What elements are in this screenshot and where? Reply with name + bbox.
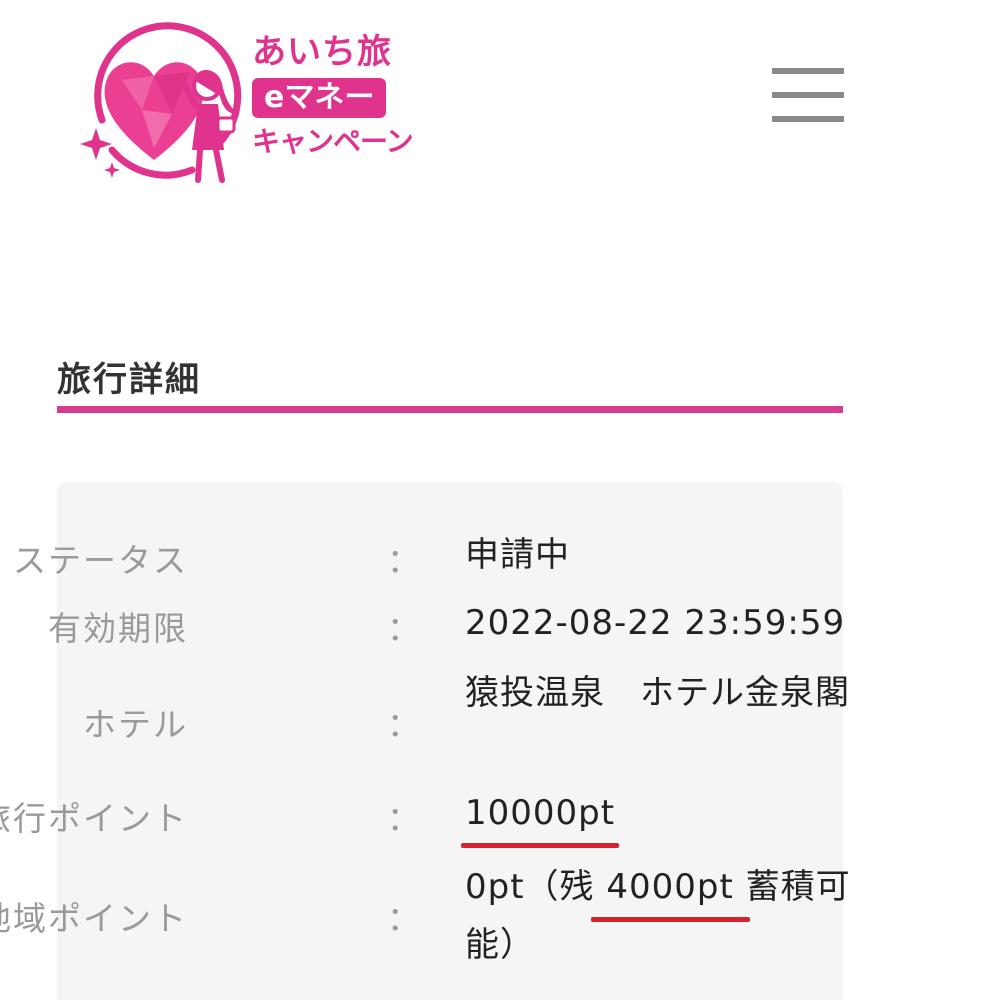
logo-wordmark: あいち旅 eマネー キャンペーン (252, 32, 422, 160)
hamburger-menu-bar (772, 92, 844, 98)
travel-detail-card: ステータス ： 申請中 有効期限 ： 2022-08-22 23:59:59 ホ… (0, 482, 850, 1000)
page: あいち旅 eマネー キャンペーン 旅行詳細 ステータス ： 申請中 有効期限 ：… (0, 0, 1000, 1000)
travel-points-value: 10000pt (461, 784, 620, 848)
hotel-value: 猿投温泉 ホテル金泉閣 (465, 673, 850, 713)
regional-points-remaining: 4000pt (590, 858, 750, 922)
logo-campaign-text: キャンペーン (252, 125, 414, 158)
regional-points-remaining-text: 4000pt (594, 867, 746, 907)
expiry-colon: ： (387, 609, 420, 648)
hamburger-menu-bar (772, 116, 844, 122)
title-divider (57, 406, 843, 413)
hotel-colon: ： (387, 705, 420, 744)
regional-points-value: 0pt（残 4000pt 蓄積可能） (465, 858, 875, 974)
red-underline-annotation (590, 917, 750, 922)
hamburger-menu-icon (772, 68, 844, 74)
travel-points-value-row: 10000pt (461, 784, 885, 848)
travel-points-colon: ： (387, 799, 420, 838)
hamburger-menu-button[interactable] (772, 68, 844, 124)
travel-points-text: 10000pt (465, 793, 616, 833)
travel-points-label: 旅行ポイント (0, 799, 188, 838)
red-underline-annotation (461, 843, 620, 848)
regional-points-label: 地域ポイント (0, 899, 188, 938)
logo-emoney-badge: eマネー (252, 78, 387, 118)
status-label: ステータス (13, 541, 188, 580)
campaign-logo[interactable]: あいち旅 eマネー キャンペーン (72, 10, 422, 190)
logo-title: あいち旅 (252, 32, 392, 72)
expiry-label: 有効期限 (48, 609, 188, 648)
regional-points-colon: ： (387, 899, 420, 938)
expiry-value: 2022-08-22 23:59:59 (465, 603, 846, 643)
page-title: 旅行詳細 (57, 360, 201, 400)
status-value: 申請中 (465, 535, 570, 575)
regional-points-prefix: 0pt（残 (465, 867, 595, 907)
hotel-label: ホテル (83, 705, 188, 744)
status-colon: ： (387, 541, 420, 580)
heart-girl-logo-icon (80, 22, 242, 183)
